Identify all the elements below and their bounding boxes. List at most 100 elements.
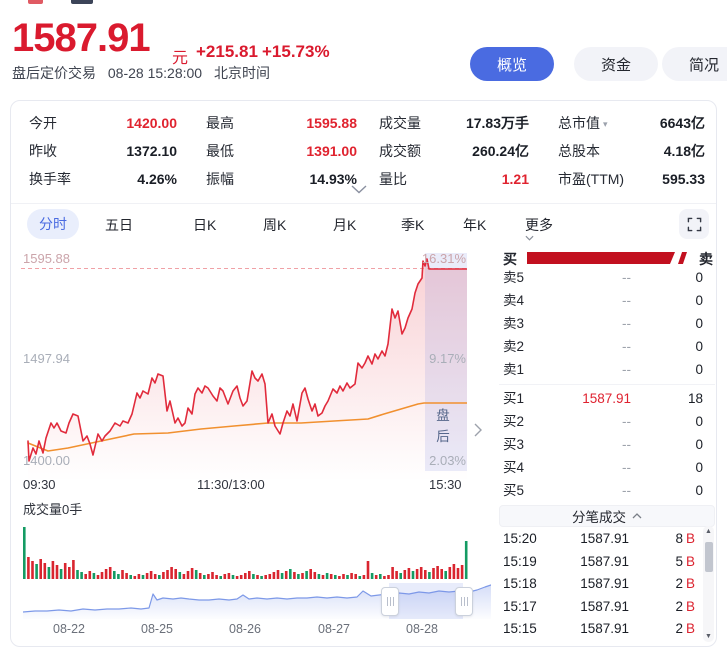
range-navigator[interactable] — [23, 583, 491, 619]
quote-datetime: 08-28 15:28:00 — [108, 65, 202, 81]
level-price: -- — [539, 336, 631, 358]
price-change: +215.81 — [196, 42, 258, 62]
stats-expand-chevron-down-icon[interactable] — [351, 185, 377, 199]
chevron-up-icon — [632, 513, 642, 519]
level-name: 卖4 — [503, 290, 524, 312]
trade-volume: 2B — [635, 618, 695, 640]
expand-chevron-right-icon[interactable] — [474, 423, 482, 437]
stat-value-振幅: 14.93% — [257, 165, 357, 193]
chart-tab-月K[interactable]: 月K — [333, 215, 356, 235]
stat-label-换手率: 换手率 — [29, 165, 71, 193]
trade-side: B — [686, 576, 695, 591]
nav-date-08-22: 08-22 — [53, 622, 85, 636]
level-volume: 0 — [635, 290, 703, 312]
level-volume: 0 — [635, 480, 703, 502]
y-axis-high-label: 1595.88 — [23, 251, 70, 266]
stat-label-量比: 量比 — [379, 165, 407, 193]
chart-tab-五日[interactable]: 五日 — [105, 215, 133, 235]
trade-side: B — [686, 531, 695, 546]
order-book-row-卖2: 卖2 --0 — [499, 336, 715, 358]
level-volume: 0 — [635, 434, 703, 456]
trade-time: 15:19 — [503, 551, 537, 573]
trade-price: 1587.91 — [535, 596, 629, 618]
scrollbar-thumb[interactable] — [705, 542, 713, 572]
buy-sell-ratio-bar-tip — [678, 252, 687, 264]
navigator-right-handle[interactable] — [455, 587, 473, 616]
divider — [499, 384, 715, 385]
stat-value-今开: 1420.00 — [67, 109, 177, 137]
chart-tab-分时[interactable]: 分时 — [27, 209, 79, 239]
chart-tab-年K[interactable]: 年K — [463, 215, 486, 235]
pct-axis-low-label: 2.03% — [350, 453, 466, 468]
trade-row: 15:201587.918B — [499, 528, 703, 550]
trade-price: 1587.91 — [535, 573, 629, 595]
level-price: -- — [539, 290, 631, 312]
trade-row: 15:191587.91 5B — [499, 551, 703, 573]
stat-label-成交量: 成交量 — [379, 109, 421, 137]
level-name: 卖5 — [503, 267, 524, 289]
trade-row: 15:171587.912B — [499, 596, 703, 618]
sell-label: 卖 — [699, 249, 713, 269]
tab-funds[interactable]: 资金 — [574, 47, 658, 81]
level-name: 买3 — [503, 434, 524, 456]
quote-card: 今开1420.00最高1595.88成交量17.83万手总市值▾6643亿昨收1… — [10, 100, 717, 647]
trade-row: 15:181587.912B — [499, 573, 703, 595]
chart-tab-周K[interactable]: 周K — [263, 215, 286, 235]
stat-label-成交额: 成交额 — [379, 137, 421, 165]
order-book-row-卖4: 卖4 --0 — [499, 290, 715, 312]
pct-axis-high-label: 16.31% — [350, 251, 466, 266]
after-hours-label: 盘后 — [435, 405, 451, 447]
navigator-selected-range[interactable] — [389, 583, 463, 619]
buy-sell-ratio-bar — [527, 252, 675, 264]
level-volume: 0 — [635, 336, 703, 358]
cutoff-badge-red — [28, 0, 43, 4]
stat-label-最低: 最低 — [206, 137, 234, 165]
scroll-up-icon[interactable]: ▲ — [703, 528, 714, 535]
price-change-pct: +15.73% — [262, 42, 330, 62]
grip-icon — [387, 597, 394, 606]
order-book-row-买2: 买2--0 — [499, 411, 715, 433]
level-price: -- — [539, 313, 631, 335]
trade-volume: 5B — [635, 551, 695, 573]
trade-side: B — [686, 599, 695, 614]
trade-side: B — [686, 554, 695, 569]
level-price: -- — [539, 434, 631, 456]
level-name: 买4 — [503, 457, 524, 479]
order-book-row-买1: 买11587.9118 — [499, 388, 715, 410]
level-price: -- — [539, 457, 631, 479]
trade-time: 15:15 — [503, 618, 537, 640]
level-name: 卖2 — [503, 336, 524, 358]
y-axis-low-label: 1400.00 — [23, 453, 70, 468]
level-volume: 0 — [635, 359, 703, 381]
trade-time: 15:17 — [503, 596, 537, 618]
x-axis-close-label: 15:30 — [429, 477, 462, 492]
volume-label: 成交量0手 — [23, 499, 82, 518]
level-price: -- — [539, 359, 631, 381]
tick-trades-header[interactable]: 分笔成交 — [499, 505, 715, 527]
trade-price: 1587.91 — [535, 551, 629, 573]
buy-label: 买 — [503, 249, 517, 269]
tab-profile[interactable]: 简况 — [662, 47, 727, 81]
navigator-left-handle[interactable] — [381, 587, 399, 616]
level-name: 卖3 — [503, 313, 524, 335]
volume-chart — [23, 517, 469, 579]
level-price: -- — [539, 267, 631, 289]
trade-side: B — [686, 621, 695, 636]
chart-tab-日K[interactable]: 日K — [193, 215, 216, 235]
order-book-panel: 买 卖 卖5--0卖4--0卖3--0卖2--0卖1--0买11587.9118… — [499, 101, 715, 646]
chart-tab-季K[interactable]: 季K — [401, 215, 424, 235]
y-axis-mid-label: 1497.94 — [23, 351, 70, 366]
nav-date-08-25: 08-25 — [141, 622, 173, 636]
scroll-down-icon[interactable]: ▼ — [703, 633, 714, 640]
trade-price: 1587.91 — [535, 618, 629, 640]
order-book-row-买5: 买5--0 — [499, 480, 715, 502]
pct-axis-mid-label: 9.17% — [350, 351, 466, 366]
order-book-row-卖3: 卖3--0 — [499, 313, 715, 335]
level-price: -- — [539, 480, 631, 502]
trade-volume: 8B — [635, 528, 695, 550]
trades-scrollbar[interactable]: ▲ ▼ — [703, 526, 714, 642]
order-book-row-买4: 买4--0 — [499, 457, 715, 479]
tab-overview[interactable]: 概览 — [470, 47, 554, 81]
nav-date-08-26: 08-26 — [229, 622, 261, 636]
grip-icon — [461, 597, 468, 606]
